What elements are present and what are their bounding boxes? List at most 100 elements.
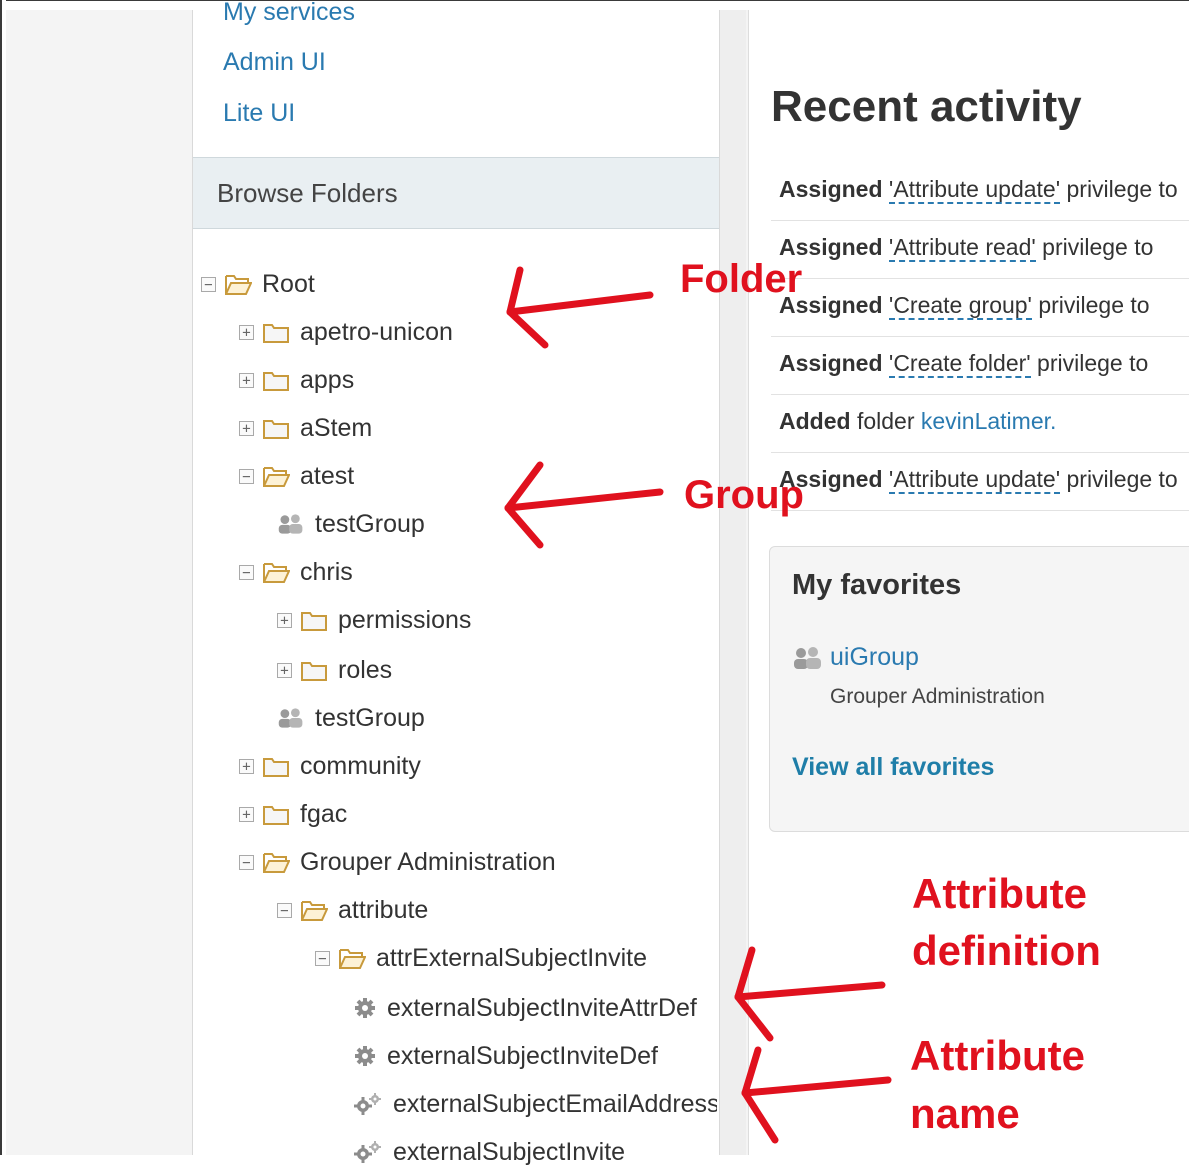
- activity-privilege-link[interactable]: 'Attribute read': [888, 234, 1036, 262]
- tree-item-label[interactable]: community: [300, 752, 421, 781]
- my-services-link[interactable]: My services: [223, 0, 355, 27]
- tree-row-folder[interactable]: + aStem: [239, 408, 372, 448]
- tree-row-folder-open[interactable]: − Root: [201, 264, 315, 304]
- expand-toggle-icon[interactable]: +: [277, 612, 292, 628]
- sidebar: My services Admin UI Lite UI Browse Fold…: [192, 0, 720, 1166]
- my-favorites-title: My favorites: [792, 569, 962, 601]
- collapse-toggle-icon[interactable]: −: [315, 950, 330, 966]
- expand-toggle-icon[interactable]: +: [239, 372, 254, 388]
- tree-item-label[interactable]: apps: [300, 366, 354, 395]
- tree-row-folder-open[interactable]: − atest: [239, 456, 354, 496]
- folder-icon: [300, 608, 328, 632]
- folder-open-icon: [262, 560, 291, 584]
- collapse-toggle-icon[interactable]: −: [277, 902, 292, 918]
- attribute-definition-icon: [353, 1044, 377, 1068]
- activity-text: privilege to: [1031, 292, 1150, 318]
- folder-open-icon: [300, 898, 329, 922]
- favorite-item-label[interactable]: uiGroup: [830, 643, 919, 672]
- annotation-attribute-name-line1: Attribute: [910, 1032, 1085, 1079]
- tree-row-folder-open[interactable]: − Grouper Administration: [239, 842, 556, 882]
- tree-item-label[interactable]: externalSubjectInviteDef: [387, 1042, 658, 1071]
- collapse-toggle-icon[interactable]: −: [239, 468, 254, 484]
- annotation-attribute-name-line2: name: [910, 1090, 1020, 1137]
- group-icon: [277, 512, 305, 536]
- tree-item-label[interactable]: externalSubjectInvite: [393, 1138, 625, 1167]
- activity-privilege-link[interactable]: 'Attribute update': [888, 466, 1061, 494]
- folder-icon: [262, 802, 290, 826]
- tree-row-folder-open[interactable]: − attrExternalSubjectInvite: [315, 938, 647, 978]
- favorite-item[interactable]: uiGroup: [792, 643, 919, 672]
- activity-text: privilege to: [1060, 466, 1178, 492]
- view-all-favorites-link[interactable]: View all favorites: [792, 753, 994, 782]
- expand-toggle-icon[interactable]: +: [277, 662, 292, 678]
- expand-toggle-icon[interactable]: +: [239, 420, 254, 436]
- folder-open-icon: [262, 850, 291, 874]
- tree-row-attr-name[interactable]: externalSubjectEmailAddress: [353, 1084, 717, 1124]
- tree-row-folder[interactable]: + community: [239, 746, 421, 786]
- tree-item-label[interactable]: externalSubjectInviteAttrDef: [387, 994, 697, 1023]
- lite-ui-link[interactable]: Lite UI: [223, 99, 295, 128]
- main-panel: Recent activity Assigned 'Attribute upda…: [748, 10, 1189, 1155]
- folder-icon: [262, 754, 290, 778]
- folder-icon: [262, 368, 290, 392]
- collapse-toggle-icon[interactable]: −: [239, 854, 254, 870]
- tree-item-label[interactable]: permissions: [338, 606, 471, 635]
- group-icon: [277, 706, 305, 730]
- activity-folder-link[interactable]: kevinLatimer.: [921, 408, 1057, 434]
- tree-item-label[interactable]: testGroup: [315, 704, 425, 733]
- activity-verb: Added: [779, 408, 851, 434]
- activity-verb: Assigned: [779, 350, 883, 376]
- browse-folders-title: Browse Folders: [217, 178, 398, 208]
- tree-row-attr-def[interactable]: externalSubjectInviteDef: [353, 1036, 658, 1076]
- tree-item-label[interactable]: fgac: [300, 800, 347, 829]
- recent-activity-title: Recent activity: [771, 82, 1082, 131]
- collapse-toggle-icon[interactable]: −: [201, 276, 216, 292]
- annotation-group: Group: [684, 473, 804, 517]
- activity-privilege-link[interactable]: 'Attribute update': [888, 176, 1061, 204]
- activity-row: Assigned 'Attribute update' privilege to: [771, 452, 1189, 511]
- admin-ui-link[interactable]: Admin UI: [223, 48, 326, 77]
- tree-row-attr-name[interactable]: externalSubjectInvite: [353, 1132, 625, 1172]
- tree-row-folder-open[interactable]: − attribute: [277, 890, 428, 930]
- expand-toggle-icon[interactable]: +: [239, 324, 254, 340]
- activity-privilege-link[interactable]: 'Create folder': [888, 350, 1031, 378]
- tree-row-folder[interactable]: + fgac: [239, 794, 347, 834]
- tree-item-label[interactable]: Grouper Administration: [300, 848, 556, 877]
- activity-privilege-link[interactable]: 'Create group': [888, 292, 1032, 320]
- tree-row-folder[interactable]: + apps: [239, 360, 354, 400]
- folder-icon: [262, 416, 290, 440]
- tree-row-group[interactable]: testGroup: [277, 698, 425, 738]
- activity-text: privilege to: [1035, 234, 1154, 260]
- folder-icon: [262, 320, 290, 344]
- tree-row-folder[interactable]: + roles: [277, 650, 392, 690]
- tree-row-folder[interactable]: + apetro-unicon: [239, 312, 453, 352]
- tree-row-group[interactable]: testGroup: [277, 504, 425, 544]
- tree-item-label[interactable]: aStem: [300, 414, 372, 443]
- attribute-name-icon: [353, 1140, 383, 1164]
- tree-item-label[interactable]: externalSubjectEmailAddress: [393, 1090, 717, 1119]
- tree-item-label[interactable]: roles: [338, 656, 392, 685]
- tree-row-folder[interactable]: + permissions: [277, 600, 471, 640]
- tree-item-label[interactable]: apetro-unicon: [300, 318, 453, 347]
- tree-item-label[interactable]: testGroup: [315, 510, 425, 539]
- attribute-definition-icon: [353, 996, 377, 1020]
- tree-item-label[interactable]: attribute: [338, 896, 428, 925]
- tree-item-label[interactable]: Root: [262, 270, 315, 299]
- favorite-item-path: Grouper Administration: [830, 685, 1045, 708]
- collapse-toggle-icon[interactable]: −: [239, 564, 254, 580]
- annotation-attribute-definition-line1: Attribute: [912, 870, 1087, 917]
- expand-toggle-icon[interactable]: +: [239, 758, 254, 774]
- activity-row: Added folder kevinLatimer.: [771, 394, 1189, 453]
- my-favorites-panel: My favorites uiGroup Grouper Administrat…: [769, 546, 1189, 832]
- tree-item-label[interactable]: chris: [300, 558, 353, 587]
- column-gutter: [720, 10, 746, 1155]
- tree-row-attr-def[interactable]: externalSubjectInviteAttrDef: [353, 988, 697, 1028]
- tree-item-label[interactable]: atest: [300, 462, 354, 491]
- activity-text: folder: [850, 408, 921, 434]
- expand-toggle-icon[interactable]: +: [239, 806, 254, 822]
- annotation-attribute-definition-line2: definition: [912, 927, 1101, 974]
- activity-text: privilege to: [1030, 350, 1149, 376]
- tree-row-folder-open[interactable]: − chris: [239, 552, 353, 592]
- group-icon: [794, 646, 821, 669]
- tree-item-label[interactable]: attrExternalSubjectInvite: [376, 944, 647, 973]
